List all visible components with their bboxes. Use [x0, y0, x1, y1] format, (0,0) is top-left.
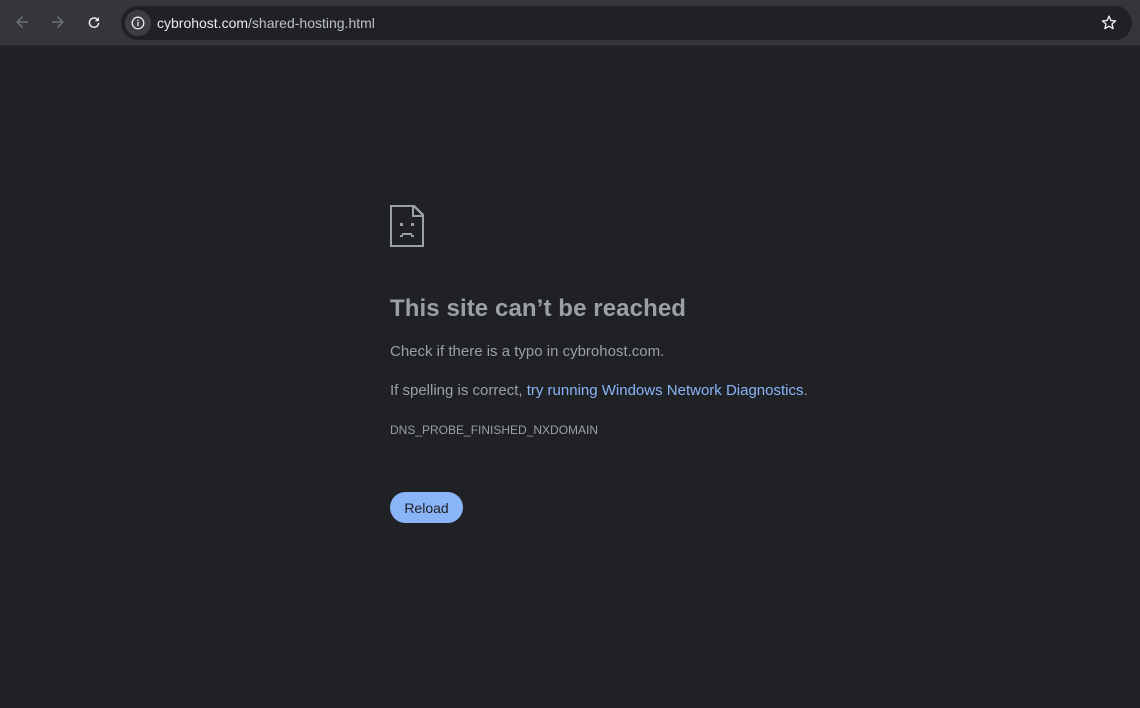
reload-button[interactable]: Reload: [390, 492, 463, 523]
forward-button[interactable]: [44, 8, 72, 36]
back-button[interactable]: [8, 8, 36, 36]
star-icon[interactable]: [1100, 14, 1118, 32]
forward-arrow-icon: [52, 16, 64, 28]
spelling-suffix: .: [803, 382, 808, 399]
address-bar[interactable]: cybrohost.com/shared-hosting.html: [121, 6, 1132, 40]
back-arrow-icon: [16, 16, 28, 28]
info-icon: [131, 16, 145, 30]
url-path: /shared-hosting.html: [248, 15, 375, 31]
url-text[interactable]: cybrohost.com/shared-hosting.html: [157, 6, 375, 40]
reload-toolbar-button[interactable]: [80, 8, 108, 36]
sad-page-icon: [390, 205, 424, 247]
spelling-prefix: If spelling is correct,: [390, 382, 527, 399]
error-title: This site can’t be reached: [390, 295, 687, 322]
typo-hint: Check if there is a typo in cybrohost.co…: [390, 343, 665, 360]
reload-icon: [88, 17, 100, 29]
spelling-hint: If spelling is correct, try running Wind…: [390, 382, 808, 399]
browser-toolbar: cybrohost.com/shared-hosting.html: [0, 0, 1140, 46]
url-host: cybrohost.com: [157, 15, 249, 31]
diagnostics-link[interactable]: try running Windows Network Diagnostics: [527, 382, 804, 399]
error-code: DNS_PROBE_FINISHED_NXDOMAIN: [390, 423, 599, 437]
site-info-button[interactable]: [125, 10, 151, 36]
